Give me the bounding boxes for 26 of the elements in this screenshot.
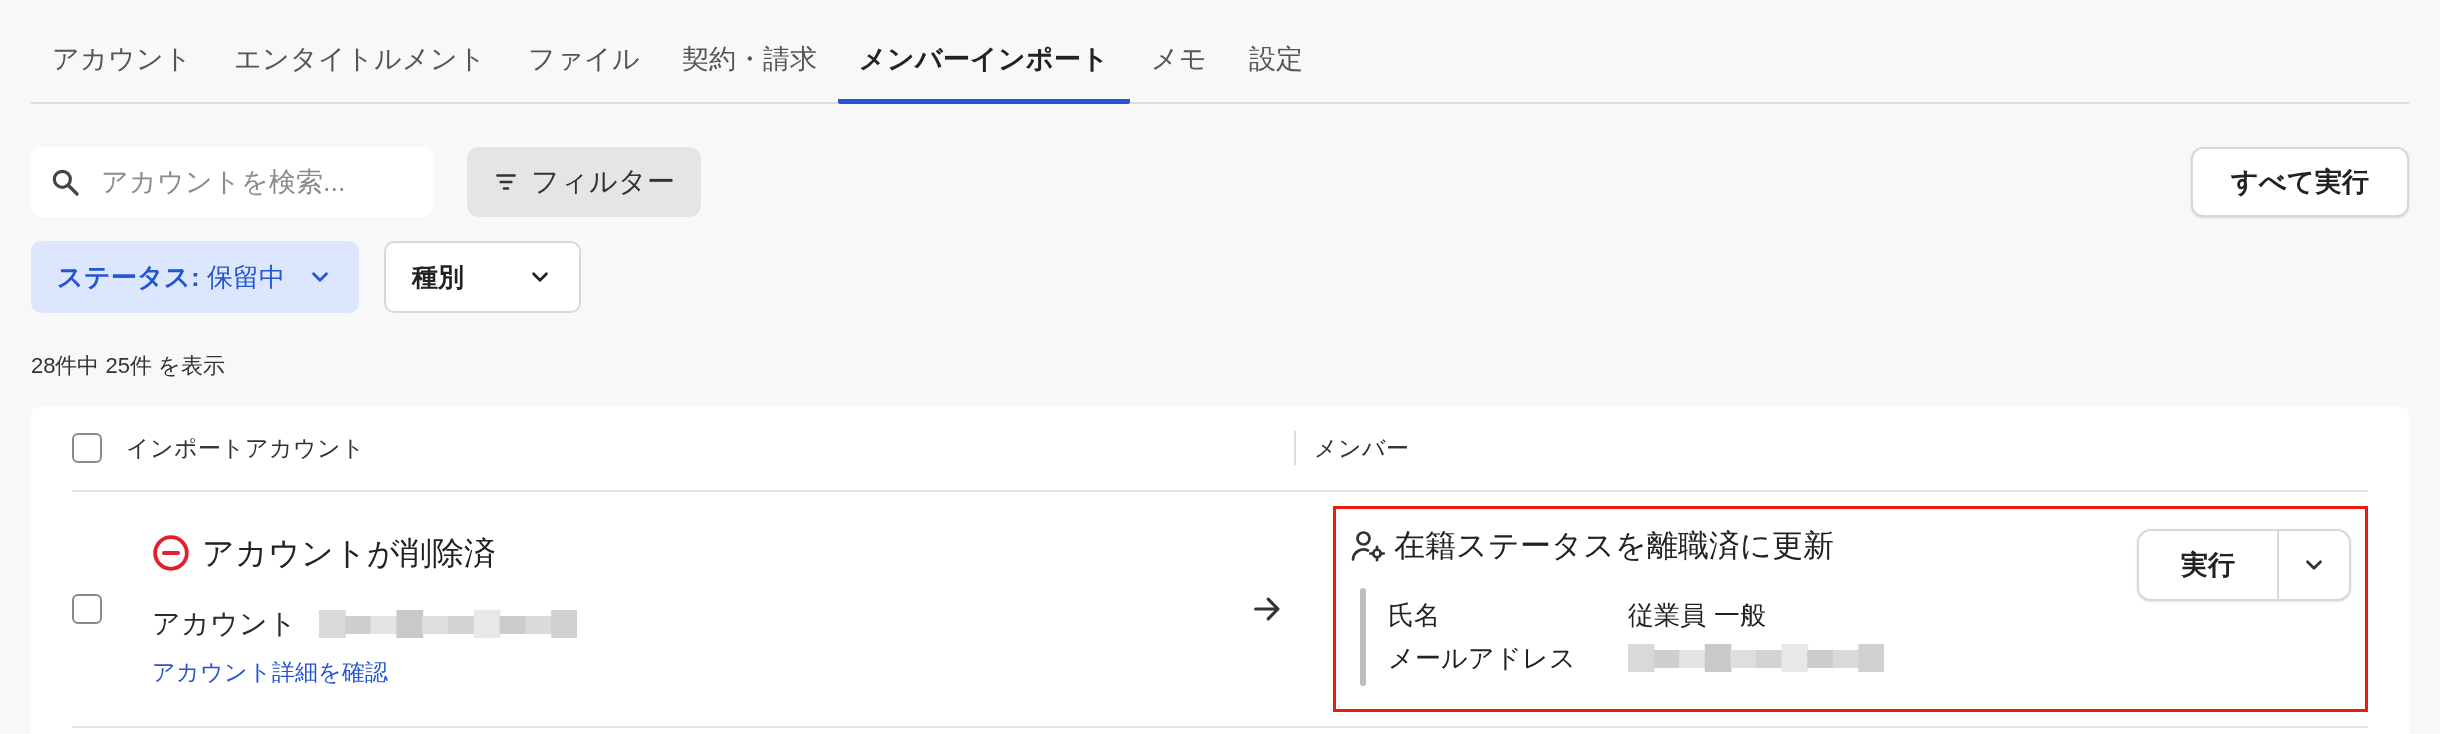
- tab[interactable]: メンバーインポート: [838, 38, 1130, 104]
- checkbox[interactable]: [72, 594, 102, 624]
- tab[interactable]: ファイル: [507, 38, 661, 104]
- filter-dropdown[interactable]: ステータス: 保留中: [31, 241, 359, 313]
- tab[interactable]: 設定: [1228, 38, 1324, 104]
- run-all-button[interactable]: すべて実行: [2191, 147, 2409, 217]
- result-count: 28件中 25件 を表示: [31, 352, 227, 380]
- action-title: 在籍ステータスを離職済に更新: [1394, 527, 1835, 565]
- account-details-link[interactable]: アカウント詳細を確認: [152, 654, 388, 690]
- column-header: インポートアカウント: [126, 433, 366, 463]
- tab[interactable]: エンタイトルメント: [213, 38, 507, 104]
- run-button[interactable]: 実行: [2139, 531, 2279, 599]
- field-label: 氏名: [1388, 598, 1442, 632]
- status-text: アカウントが削除済: [202, 533, 496, 573]
- search-field[interactable]: アカウントを検索...: [31, 147, 433, 217]
- field-value: 従業員 一般: [1628, 598, 1767, 632]
- field-label: メールアドレス: [1388, 641, 1578, 675]
- column-header: メンバー: [1314, 433, 1409, 463]
- tab[interactable]: メモ: [1130, 38, 1228, 104]
- tab[interactable]: アカウント: [31, 38, 213, 104]
- checkbox[interactable]: [72, 433, 102, 463]
- filter-dropdown[interactable]: 種別: [383, 241, 581, 313]
- tab[interactable]: 契約・請求: [661, 38, 838, 104]
- minus-circle-icon: [152, 533, 190, 572]
- filter-button[interactable]: フィルター: [467, 147, 701, 217]
- account-label: アカウント: [152, 606, 297, 641]
